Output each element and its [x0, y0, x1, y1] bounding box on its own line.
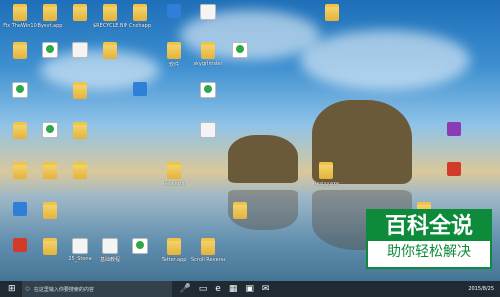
- desktop-icon[interactable]: [226, 42, 254, 80]
- desktop-icon[interactable]: Rxsiyy.exe: [312, 162, 340, 200]
- video-icon: [42, 42, 58, 58]
- desktop-icon[interactable]: 25_Stone: [66, 238, 94, 276]
- folder-icon: [73, 82, 87, 99]
- folder-icon: [201, 42, 215, 59]
- doc-icon: [72, 238, 88, 254]
- taskview-icon[interactable]: ▭: [199, 284, 208, 294]
- folder-icon: [167, 162, 181, 179]
- rock-left: [228, 135, 298, 183]
- folder-icon: [43, 238, 57, 255]
- folder-icon: [319, 162, 333, 179]
- mail-icon[interactable]: ✉: [262, 284, 270, 294]
- desktop: Fix TheWin10 Bysvt.app $RECYCLE.BIN Cnch…: [0, 0, 500, 297]
- store-icon[interactable]: ▣: [245, 284, 254, 294]
- folder-taskbar-icon[interactable]: ▦: [229, 284, 238, 294]
- folder-icon: [201, 238, 215, 255]
- desktop-icon[interactable]: [66, 82, 94, 120]
- desktop-icon[interactable]: Tatter.app: [160, 238, 188, 276]
- desktop-icon[interactable]: [440, 122, 468, 160]
- desktop-icon[interactable]: [6, 82, 34, 120]
- desktop-icon[interactable]: Scroll Reverser.app: [191, 238, 225, 276]
- doc-icon: [200, 4, 216, 20]
- video-icon: [132, 238, 148, 254]
- desktop-icon[interactable]: [6, 42, 34, 80]
- folder-icon: [13, 42, 27, 59]
- folder-icon: [103, 42, 117, 59]
- desktop-icon[interactable]: skygrlmsler: [194, 42, 222, 80]
- folder-icon: [13, 122, 27, 139]
- desktop-icon[interactable]: [126, 82, 154, 120]
- desktop-icon[interactable]: [194, 82, 222, 120]
- video-icon: [12, 82, 28, 98]
- desktop-icon[interactable]: Reckerfir: [160, 162, 188, 200]
- desktop-icon[interactable]: [66, 42, 94, 80]
- desktop-icon[interactable]: [36, 238, 64, 276]
- folder-icon: [73, 162, 87, 179]
- watermark-logo: 百科全说 助你轻松解决: [366, 209, 492, 269]
- desktop-icon[interactable]: 软件: [160, 42, 188, 80]
- folder-icon: [73, 4, 87, 21]
- video-icon: [232, 42, 248, 58]
- desktop-icon[interactable]: [66, 4, 94, 42]
- desktop-icon[interactable]: [126, 238, 154, 276]
- search-icon: ○: [25, 286, 30, 292]
- folder-icon: [73, 122, 87, 139]
- app-icon: [13, 202, 27, 216]
- doc-icon: [72, 42, 88, 58]
- desktop-icon[interactable]: [160, 4, 188, 42]
- desktop-icon[interactable]: [36, 122, 64, 160]
- desktop-icon[interactable]: [66, 162, 94, 200]
- folder-icon: [43, 162, 57, 179]
- watermark-subtitle: 助你轻松解决: [387, 244, 471, 260]
- desktop-icon[interactable]: [226, 202, 254, 240]
- app-icon: [447, 122, 461, 136]
- desktop-icon[interactable]: Fix TheWin10: [3, 4, 37, 42]
- desktop-icon[interactable]: [6, 238, 34, 276]
- watermark-title: 百科全说: [368, 211, 490, 241]
- desktop-icon[interactable]: [194, 4, 222, 42]
- taskbar: ⊞ ○ 在这里输入你要搜索的内容 🎤 ▭ e ▦ ▣ ✉ 2015/8/25: [0, 281, 500, 297]
- search-box[interactable]: ○ 在这里输入你要搜索的内容: [21, 281, 172, 297]
- folder-icon: [133, 4, 147, 21]
- video-icon: [42, 122, 58, 138]
- desktop-icon[interactable]: [6, 162, 34, 200]
- app-icon: [167, 4, 181, 18]
- folder-icon: [13, 162, 27, 179]
- folder-icon: [103, 4, 117, 21]
- video-icon: [200, 82, 216, 98]
- search-placeholder: 在这里输入你要搜索的内容: [33, 286, 94, 293]
- desktop-icon[interactable]: 基础教程: [96, 238, 124, 276]
- desktop-icon[interactable]: [36, 202, 64, 240]
- desktop-icon[interactable]: [36, 42, 64, 80]
- pdf-icon: [13, 238, 27, 252]
- pdf-icon: [447, 162, 461, 176]
- browser-icon[interactable]: e: [215, 284, 221, 294]
- desktop-icon[interactable]: [6, 202, 34, 240]
- folder-icon: [13, 4, 27, 21]
- folder-icon: [325, 4, 339, 21]
- mic-icon[interactable]: 🎤: [180, 284, 191, 294]
- folder-icon: [43, 202, 57, 219]
- doc-icon: [200, 122, 216, 138]
- clock[interactable]: 2015/8/25: [468, 286, 494, 292]
- desktop-icon[interactable]: [96, 42, 124, 80]
- desktop-icon[interactable]: [194, 122, 222, 160]
- desktop-icon[interactable]: Bysvt.app: [36, 4, 64, 42]
- folder-icon: [233, 202, 247, 219]
- app-icon: [133, 82, 147, 96]
- desktop-icon[interactable]: Cnchapp: [126, 4, 154, 42]
- start-button[interactable]: ⊞: [8, 284, 16, 294]
- desktop-icon[interactable]: [440, 162, 468, 200]
- folder-icon: [167, 238, 181, 255]
- folder-icon: [43, 4, 57, 21]
- desktop-icon[interactable]: [6, 122, 34, 160]
- doc-icon: [102, 238, 118, 254]
- folder-icon: [167, 42, 181, 59]
- desktop-icon[interactable]: [318, 4, 346, 42]
- desktop-icon[interactable]: $RECYCLE.BIN: [93, 4, 127, 42]
- desktop-icon[interactable]: [66, 122, 94, 160]
- desktop-icon[interactable]: [36, 162, 64, 200]
